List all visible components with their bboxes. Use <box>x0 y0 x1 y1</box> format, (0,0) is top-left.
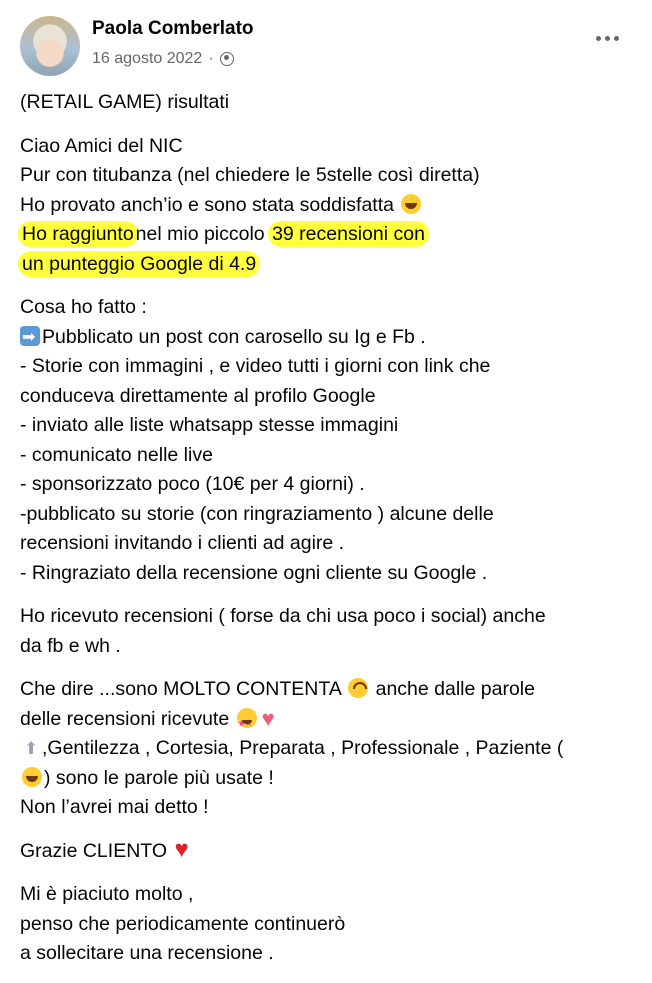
paragraph-closing: Mi è piaciuto molto , penso che periodic… <box>20 883 346 964</box>
paragraph-actions: Cosa ho fatto : Pubblicato un post con c… <box>20 293 638 588</box>
highlight-text: Ho raggiunto <box>18 221 138 247</box>
post-date[interactable]: 16 agosto 2022 <box>92 50 202 68</box>
sparkling-heart-icon <box>261 704 281 734</box>
post-text: (RETAIL GAME) risultati Ciao Amici del N… <box>18 88 638 983</box>
grinning-face-icon <box>22 766 42 787</box>
author-name[interactable]: Paola Comberlato <box>92 18 254 40</box>
right-arrow-icon <box>20 323 40 352</box>
upside-down-face-icon <box>348 678 369 698</box>
up-arrow-icon <box>24 734 40 764</box>
more-options-icon[interactable] <box>590 28 624 48</box>
red-heart-icon <box>174 835 194 865</box>
paragraph-intro: Ciao Amici del NIC Pur con titubanza (ne… <box>18 134 480 277</box>
paragraph-happy: Che dire ...sono MOLTO CONTENTA anche da… <box>20 675 638 823</box>
paragraph-thanks: Grazie CLIENTO <box>20 835 638 867</box>
author-avatar[interactable] <box>20 16 80 76</box>
meta-separator: · <box>208 50 214 67</box>
post-title: (RETAIL GAME) risultati <box>20 91 230 113</box>
facebook-post: Paola Comberlato 16 agosto 2022 · (RETAI… <box>0 0 652 971</box>
highlight-text: 39 recensioni con <box>268 221 429 247</box>
globe-icon[interactable] <box>219 52 234 66</box>
post-meta: 16 agosto 2022 · <box>92 50 234 68</box>
star-struck-icon <box>236 707 257 738</box>
grinning-face-icon <box>401 193 422 214</box>
highlight-text: un punteggio Google di 4.9 <box>18 250 261 277</box>
post-header: Paola Comberlato 16 agosto 2022 · <box>20 16 632 76</box>
paragraph-reviews: Ho ricevuto recensioni ( forse da chi us… <box>20 605 546 657</box>
